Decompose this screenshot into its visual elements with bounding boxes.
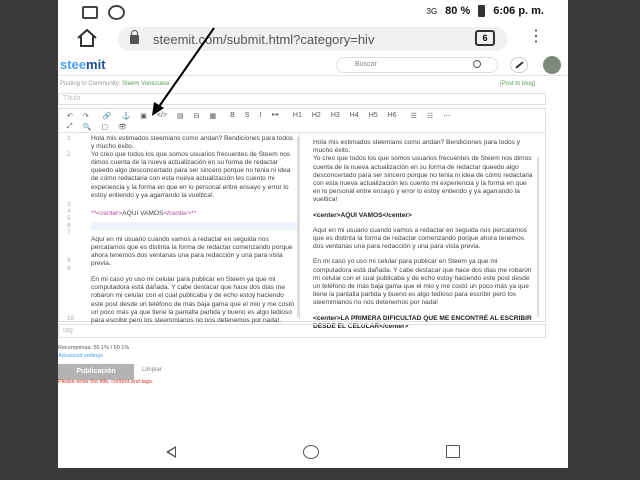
- community-name[interactable]: Steem Venezuela: [122, 81, 169, 87]
- post-to-blog-link[interactable]: [Post to blog]: [500, 81, 535, 87]
- line-number: 5: [67, 215, 71, 222]
- tags-input[interactable]: tag: [58, 324, 546, 338]
- preview-heading: <center>AQUI VAMOS</center>: [313, 212, 533, 220]
- clock: 6:06 p. m.: [493, 5, 544, 17]
- toolbar-button[interactable]: ▢: [101, 123, 108, 131]
- tab-switcher-button[interactable]: 6: [475, 30, 495, 46]
- source-paragraph: Hola mis estimados steemians como andan?…: [91, 135, 293, 151]
- avatar[interactable]: [543, 56, 561, 74]
- toolbar-button[interactable]: ⋯: [443, 112, 450, 120]
- cursor-line: [91, 221, 297, 230]
- posting-label: Posting to Community:: [60, 81, 123, 87]
- toolbar-button[interactable]: B: [230, 112, 235, 119]
- signal-indicator: 3G: [426, 6, 438, 16]
- preview-paragraph: Aquí en mi usuario cuando vamos a redact…: [313, 226, 528, 251]
- toolbar-button[interactable]: H5: [369, 112, 378, 119]
- advanced-settings-link[interactable]: Advanced settings: [58, 353, 103, 359]
- toolbar-button[interactable]: 👁: [118, 123, 127, 131]
- toolbar-button[interactable]: H6: [388, 112, 397, 119]
- status-bar: 3G 80 % 6:06 p. m.: [58, 0, 568, 26]
- toolbar-button[interactable]: ⚓: [121, 112, 130, 120]
- toolbar-button[interactable]: ▤: [177, 112, 184, 120]
- markdown-editor[interactable]: 1 2 3 4 5 6 7 8 9 10 Hola mis estimados …: [58, 132, 546, 330]
- toolbar-button[interactable]: ▣: [140, 112, 147, 120]
- toolbar-button[interactable]: S: [245, 112, 250, 119]
- title-input[interactable]: Título: [58, 93, 546, 105]
- toolbar-button[interactable]: ▦: [209, 112, 216, 120]
- editor-toolbar: ↶ ↷ 🔗 ⚓ ▣ </> ▤ ⊟ ▦ B S I ❝❝ H1 H2 H3 H4 H5 H6 ☰ ☷ ⋯ ⤢ 🔍 ▢ 👁: [58, 108, 546, 132]
- lock-icon: [130, 29, 139, 44]
- source-paragraph: En mi caso yo uso mi celular para public…: [91, 276, 295, 324]
- toolbar-button[interactable]: H4: [350, 112, 359, 119]
- error-message: Please enter the title, content and tags…: [58, 379, 154, 385]
- android-nav-bar: [58, 436, 568, 468]
- toolbar-button[interactable]: ↶: [67, 112, 73, 120]
- whatsapp-icon: [108, 5, 125, 20]
- browser-url-bar: steemit.com/submit.html?category=hiv 6 ⋮: [58, 26, 568, 52]
- line-number: 1: [67, 135, 71, 142]
- publish-button[interactable]: Publicación: [58, 364, 134, 380]
- logo-part-a: stee: [60, 57, 87, 72]
- line-number: 7: [67, 229, 71, 236]
- line-number: 4: [67, 208, 71, 215]
- toolbar-button[interactable]: I: [259, 112, 261, 119]
- source-heading: **<center>AQUI VAMOS</center>**: [91, 210, 297, 218]
- preview-pane: Hola mis estimados steemians como andan?…: [313, 139, 533, 338]
- preview-scrollbar[interactable]: [537, 157, 539, 317]
- toolbar-button[interactable]: ❝❝: [271, 112, 279, 120]
- recent-apps-icon[interactable]: [446, 445, 460, 458]
- url-field[interactable]: steemit.com/submit.html?category=hiv: [118, 27, 508, 51]
- browser-menu-button[interactable]: ⋮: [528, 29, 544, 45]
- toolbar-button[interactable]: </>: [157, 112, 167, 119]
- toolbar-button[interactable]: 🔍: [83, 123, 92, 131]
- back-icon[interactable]: [166, 446, 176, 458]
- source-paragraph: Aquí en mi usuario cuando vamos a redact…: [91, 235, 293, 268]
- toolbar-button[interactable]: ⤢: [67, 123, 73, 131]
- line-number: 3: [67, 201, 71, 208]
- line-number: 6: [67, 222, 71, 229]
- line-number: 9: [67, 265, 71, 272]
- preview-paragraph: Yo creo que todos los que somos usuarios…: [313, 155, 533, 204]
- source-paragraph: Yo creo que todos los que somos usuarios…: [91, 151, 291, 199]
- url-text: steemit.com/submit.html?category=hiv: [153, 31, 375, 47]
- rewards-text: Recompensa: 50 1% / 50 1%: [58, 345, 130, 351]
- source-text[interactable]: Hola mis estimados steemians como andan?…: [91, 135, 297, 333]
- battery-icon: [478, 5, 486, 17]
- center-open-tag: **<center>: [91, 209, 123, 217]
- clear-button[interactable]: Limpiar: [142, 367, 162, 373]
- pen-icon[interactable]: [510, 57, 528, 73]
- home-icon[interactable]: [76, 28, 98, 48]
- preview-paragraph: En mi caso yo uso mi celular para public…: [313, 258, 532, 307]
- steemit-header: steemit Buscar: [58, 54, 568, 76]
- center-close-tag: </center>**: [163, 209, 197, 217]
- toolbar-button[interactable]: H2: [312, 112, 321, 119]
- toolbar-button[interactable]: ☰: [411, 112, 417, 120]
- line-number: 10: [67, 315, 75, 322]
- home-circle-icon[interactable]: [303, 445, 319, 459]
- toolbar-button[interactable]: H3: [331, 112, 340, 119]
- battery-percent: 80 %: [445, 5, 471, 17]
- line-number-gutter: 1 2 3 4 5 6 7 8 9 10: [59, 133, 83, 322]
- search-placeholder: Buscar: [355, 61, 377, 68]
- gallery-icon: [82, 6, 98, 19]
- search-input[interactable]: Buscar: [336, 57, 498, 73]
- toolbar-button[interactable]: H1: [293, 112, 302, 119]
- toolbar-button[interactable]: 🔗: [103, 112, 112, 120]
- toolbar-button[interactable]: ☷: [427, 112, 433, 120]
- toolbar-button[interactable]: ⊟: [194, 112, 200, 120]
- toolbar-button[interactable]: ↷: [83, 112, 89, 120]
- logo-part-b: mit: [86, 57, 106, 72]
- line-number: 8: [67, 257, 71, 264]
- heading-text: AQUI VAMOS: [122, 209, 164, 217]
- community-label: Posting to Community: Steem Venezuela: [60, 81, 169, 87]
- preview-paragraph: Hola mis estimados steemians como andan?…: [313, 139, 521, 155]
- line-number: 2: [67, 151, 71, 158]
- phone-screen: 3G 80 % 6:06 p. m. steemit.com/submit.ht…: [58, 0, 568, 468]
- pane-divider: [299, 133, 300, 321]
- preview-heading-text: <center>AQUI VAMOS</center>: [313, 211, 412, 219]
- search-icon[interactable]: [473, 60, 481, 68]
- steemit-logo[interactable]: steemit: [60, 57, 106, 72]
